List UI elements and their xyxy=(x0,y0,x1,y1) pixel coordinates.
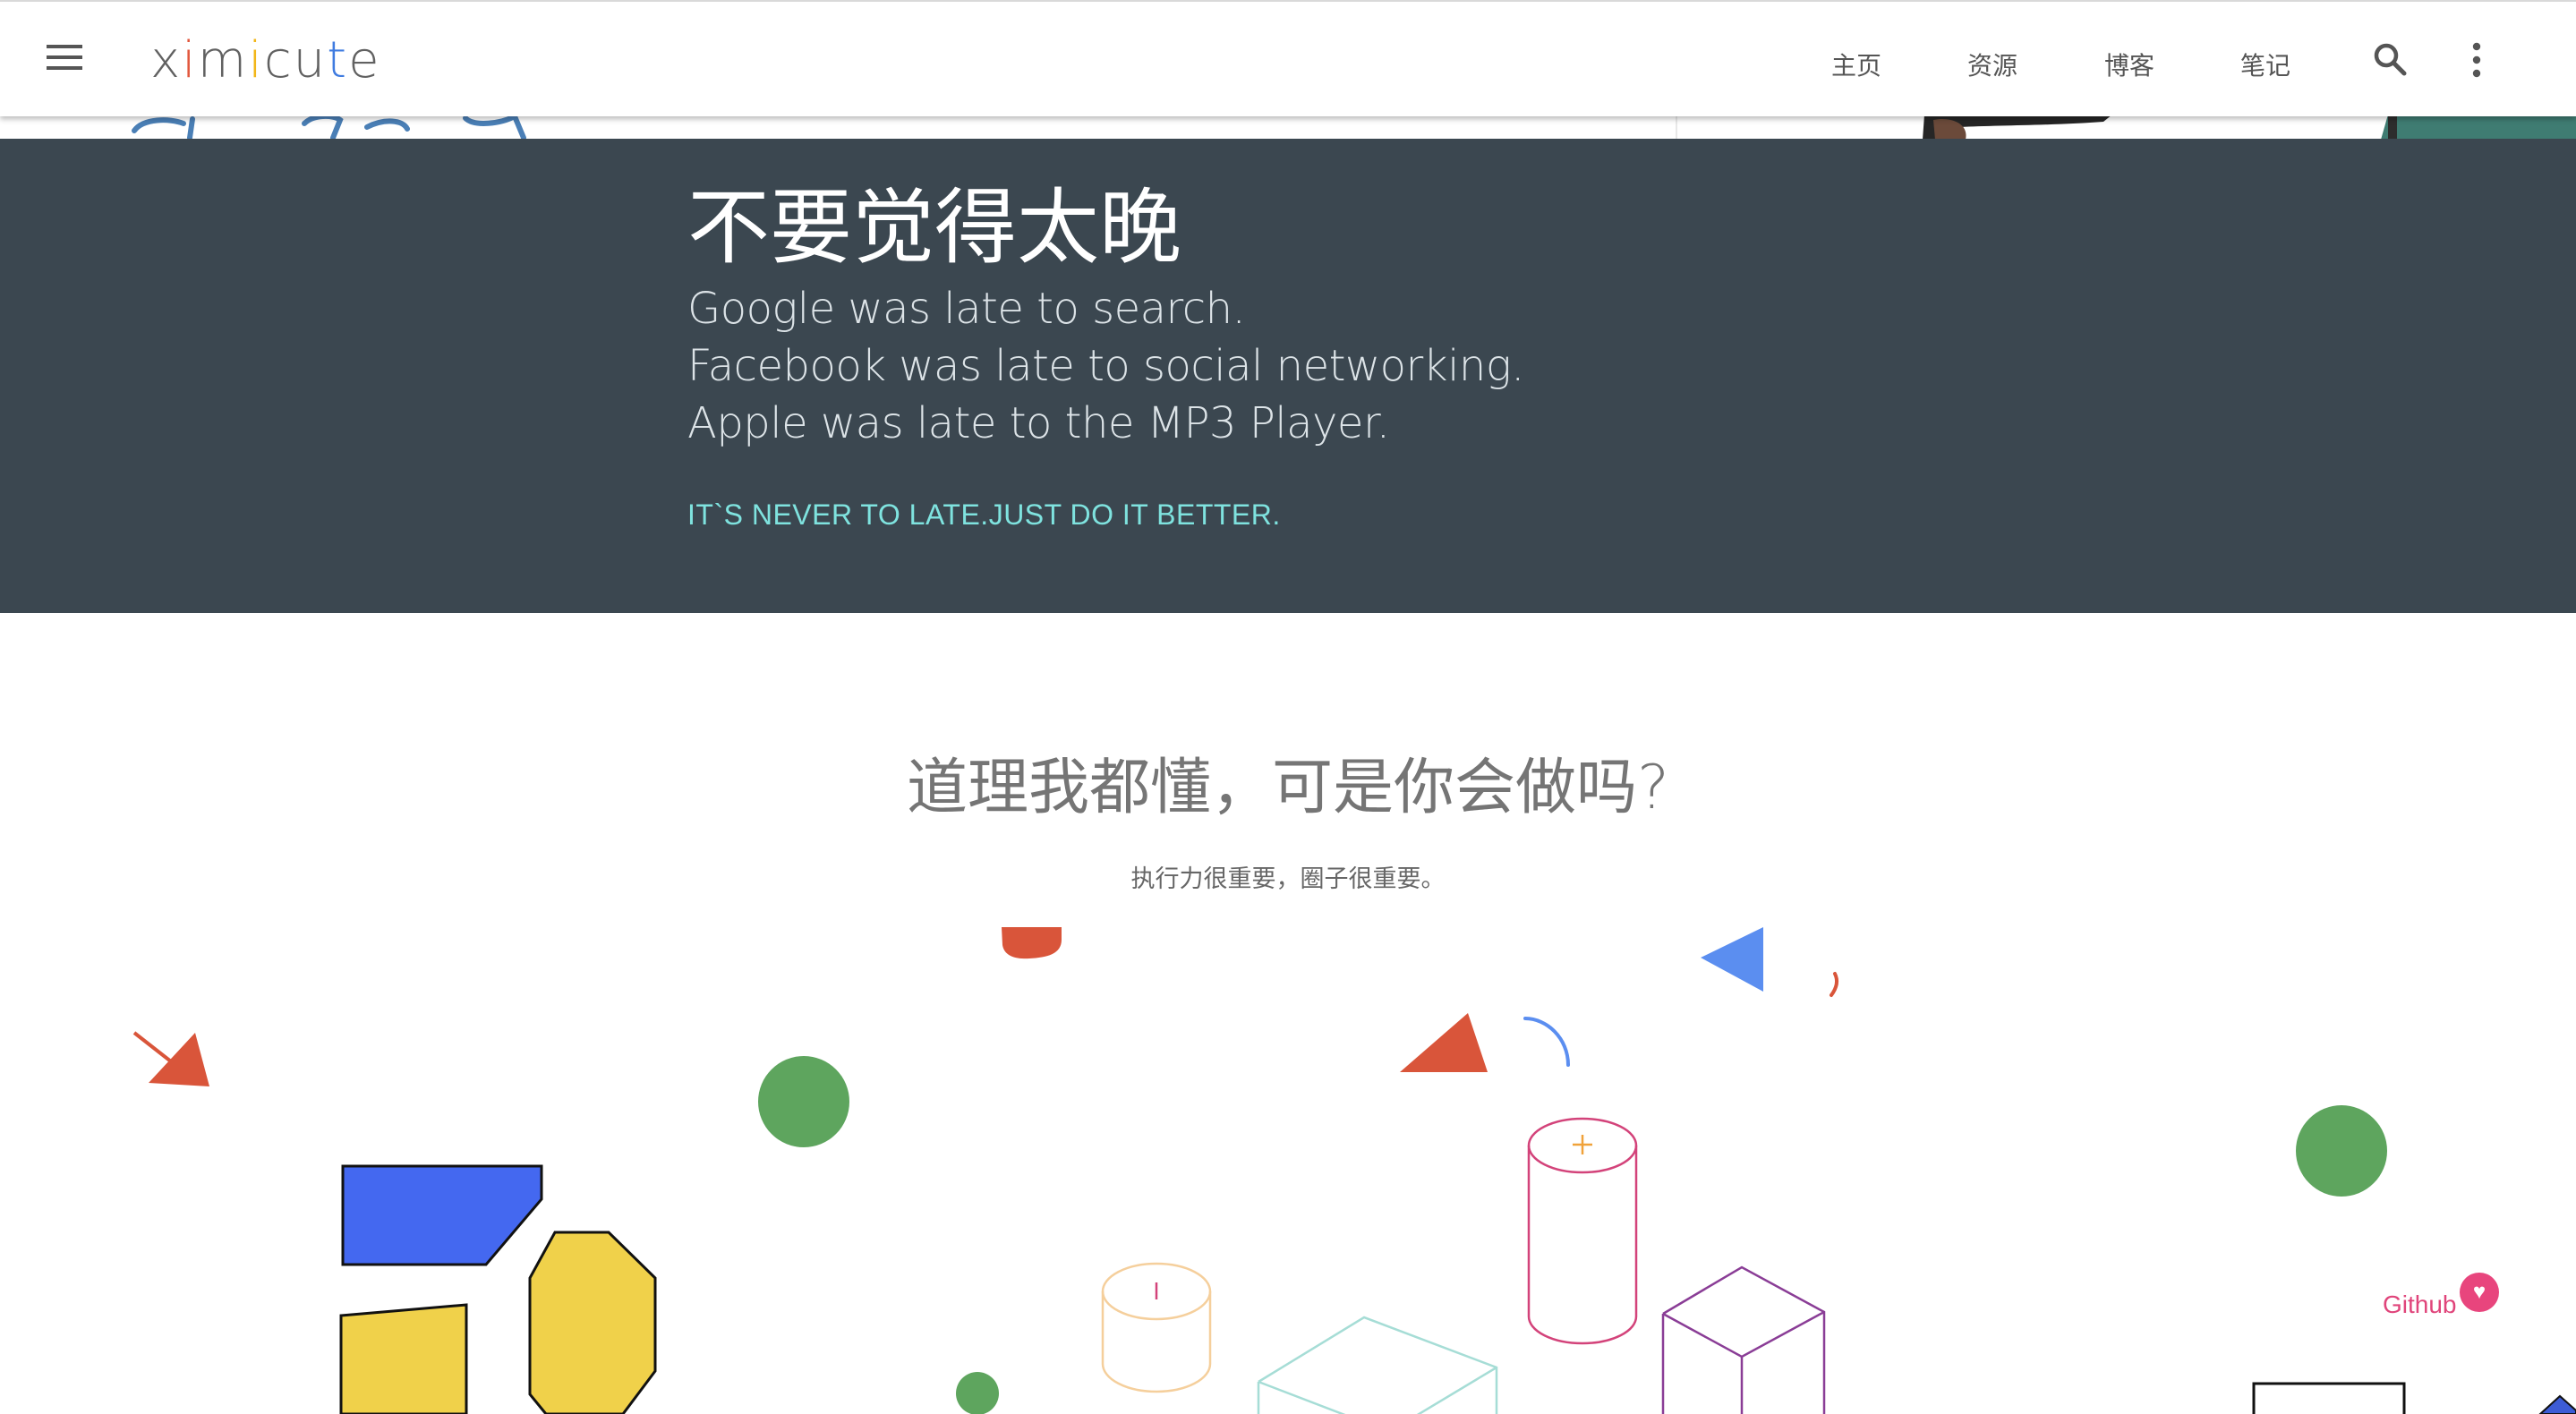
top-app-bar: ximicute 主页 资源 博客 笔记 xyxy=(0,0,2576,116)
logo-letter: m xyxy=(197,31,249,89)
hero-banner: 不要觉得太晚 Google was late to search. Facebo… xyxy=(0,139,2576,613)
red-arrow-line xyxy=(132,1031,177,1067)
github-link[interactable]: Github ♥ xyxy=(2383,1273,2499,1319)
blue-arc-shape xyxy=(1523,1017,1570,1067)
github-label: Github xyxy=(2383,1290,2457,1318)
hero-title: 不要觉得太晚 xyxy=(687,180,1182,276)
yellow-quad-shape xyxy=(339,1303,468,1414)
nav-home[interactable]: 主页 xyxy=(1831,47,1881,82)
red-half-circle-shape xyxy=(1002,927,1062,959)
logo-letter: t xyxy=(327,31,349,89)
purple-cube-shape xyxy=(1661,1265,1826,1414)
red-arrow-head xyxy=(149,1033,209,1086)
more-vert-icon[interactable] xyxy=(2454,38,2499,82)
red-arc-shape xyxy=(1830,972,1839,997)
logo-letter: i xyxy=(182,31,198,89)
black-box-shape xyxy=(2252,1382,2406,1414)
background-image-strip xyxy=(0,115,2576,140)
logo-letter: u xyxy=(293,31,328,89)
blue-triangle-shape xyxy=(1701,927,1763,992)
section-subtitle: 执行力很重要，圈子很重要。 xyxy=(1130,865,1446,893)
small-green-circle-shape xyxy=(956,1372,999,1414)
green-circle-shape xyxy=(2296,1105,2387,1197)
nav-notes[interactable]: 笔记 xyxy=(2240,47,2290,82)
decorative-shapes-illustration xyxy=(132,927,2576,1414)
hero-line: Apple was late to the MP3 Player. xyxy=(687,398,1390,448)
nav-blog[interactable]: 博客 xyxy=(2104,47,2154,82)
blue-corner-shape xyxy=(2538,1394,2576,1414)
logo-letter: e xyxy=(348,31,381,89)
logo-letter: x xyxy=(150,31,183,89)
hero-line: Facebook was late to social networking. xyxy=(687,341,1524,391)
section-title: 道理我都懂，可是你会做吗? xyxy=(906,753,1670,823)
search-icon[interactable] xyxy=(2368,38,2413,82)
blue-polygon-shape xyxy=(341,1164,543,1266)
hero-slogan: IT`S NEVER TO LATE.JUST DO IT BETTER. xyxy=(687,498,1281,531)
logo-letter: i xyxy=(248,31,264,89)
red-triangle-shape xyxy=(1400,1013,1488,1072)
yellow-octagon-shape xyxy=(528,1231,657,1414)
hero-line: Google was late to search. xyxy=(687,284,1246,334)
logo-letter: c xyxy=(263,31,294,89)
peach-cylinder-shape xyxy=(1101,1363,1212,1393)
nav-resources[interactable]: 资源 xyxy=(1967,47,2017,82)
teal-box-shape xyxy=(1257,1316,1498,1414)
heart-icon: ♥ xyxy=(2460,1273,2499,1312)
pink-cylinder-shape xyxy=(1527,1316,1638,1345)
green-circle-shape xyxy=(758,1056,849,1147)
menu-icon[interactable] xyxy=(47,45,82,73)
logo[interactable]: ximicute xyxy=(150,27,381,95)
